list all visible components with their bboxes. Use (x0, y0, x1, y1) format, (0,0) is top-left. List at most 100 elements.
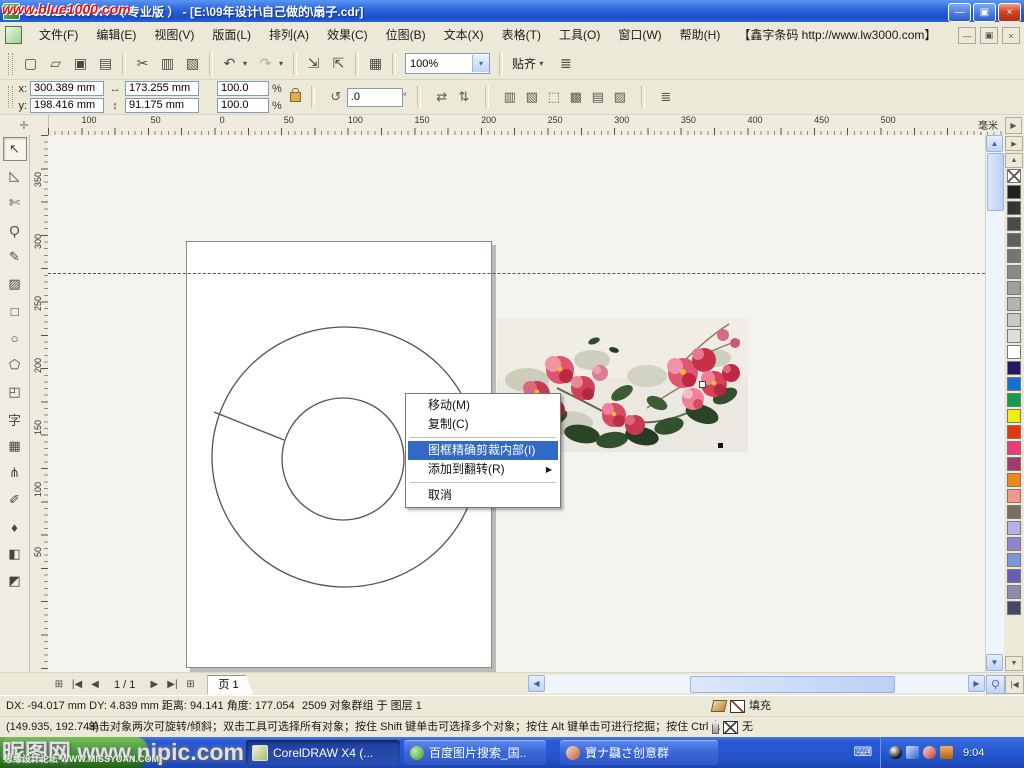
context-menu-item[interactable]: 取消 (408, 486, 558, 505)
palette-color-swatch[interactable] (1007, 537, 1021, 551)
vertical-scroll-thumb[interactable] (987, 153, 1004, 211)
object-node-handle[interactable] (699, 381, 706, 388)
palette-color-swatch[interactable] (1007, 233, 1021, 247)
undo-dropdown-icon[interactable]: ▾ (243, 59, 252, 68)
table-tool[interactable]: ▦ (3, 434, 27, 458)
security-tray-icon[interactable] (923, 746, 936, 759)
mirror-horizontal-icon[interactable]: ⇄ (431, 86, 453, 108)
menu-item[interactable]: 文件(F) (30, 23, 87, 48)
doc-close-button[interactable]: × (1002, 27, 1020, 44)
copy-icon[interactable]: ▥ (156, 52, 179, 75)
ruler-flyout-icon[interactable]: ▶ (1005, 117, 1022, 134)
new-icon[interactable]: ▢ (19, 52, 42, 75)
restore-button[interactable]: ▣ (973, 3, 996, 22)
rectangle-tool[interactable]: □ (3, 299, 27, 323)
redo-dropdown-icon[interactable]: ▾ (279, 59, 288, 68)
eyedropper-tool[interactable]: ✐ (3, 488, 27, 512)
first-page-icon[interactable]: |◀ (68, 676, 86, 694)
propbar-button[interactable]: ▩ (565, 86, 587, 108)
vertical-scrollbar[interactable]: ▲ ▼ (985, 135, 1004, 672)
palette-scroll-up-icon[interactable]: ▲ (1005, 153, 1023, 168)
palette-color-swatch[interactable] (1007, 249, 1021, 263)
menu-item[interactable]: 帮助(H) (671, 23, 730, 48)
palette-color-swatch[interactable] (1007, 265, 1021, 279)
propbar-button[interactable]: ▤ (587, 86, 609, 108)
propbar-button[interactable]: ▨ (609, 86, 631, 108)
palette-color-swatch[interactable] (1007, 569, 1021, 583)
doc-restore-button[interactable]: ▣ (980, 27, 998, 44)
palette-color-swatch[interactable] (1007, 553, 1021, 567)
scroll-right-icon[interactable]: ▶ (968, 675, 985, 692)
palette-color-swatch[interactable] (1007, 281, 1021, 295)
palette-scroll-down-icon[interactable]: ▼ (1005, 656, 1023, 671)
palette-color-swatch[interactable] (1007, 409, 1021, 423)
outline-pen-tool[interactable]: ♦ (3, 515, 27, 539)
propbar-button[interactable]: ▥ (499, 86, 521, 108)
menu-item[interactable]: 排列(A) (260, 23, 318, 48)
interactive-fill-tool[interactable]: ◩ (3, 569, 27, 593)
taskbar-button[interactable]: 百度图片搜索_国.. (404, 740, 546, 765)
cut-icon[interactable]: ✂ (131, 52, 154, 75)
zoom-tool[interactable]: Ϙ (3, 218, 27, 242)
taskbar-button[interactable]: 寳ナ飝さ创意群 (560, 740, 718, 765)
scroll-up-icon[interactable]: ▲ (986, 135, 1003, 152)
menu-item[interactable]: 位图(B) (377, 23, 435, 48)
scroll-left-icon[interactable]: ◀ (528, 675, 545, 692)
menu-item[interactable]: 效果(C) (318, 23, 377, 48)
propbar-button[interactable]: ▧ (521, 86, 543, 108)
save-icon[interactable]: ▣ (69, 52, 92, 75)
text-tool[interactable]: 字 (3, 407, 27, 431)
palette-color-swatch[interactable] (1007, 329, 1021, 343)
menu-item[interactable]: 【鑫字条码 http://www.lw3000.com】 (729, 23, 945, 48)
next-page-icon[interactable]: ▶ (145, 676, 163, 694)
mirror-vertical-icon[interactable]: ⇅ (453, 86, 475, 108)
x-position-field[interactable]: 300.389 mm (30, 81, 104, 96)
snap-to-button[interactable]: 贴齐 ▾ (508, 55, 552, 72)
object-width-field[interactable]: 173.255 mm (125, 81, 199, 96)
taskbar-button[interactable]: CorelDRAW X4 (... (246, 740, 400, 765)
palette-color-swatch[interactable] (1007, 457, 1021, 471)
selection-handle[interactable] (718, 443, 723, 448)
paste-icon[interactable]: ▧ (181, 52, 204, 75)
basic-shapes-tool[interactable]: ◰ (3, 380, 27, 404)
doc-minimize-button[interactable]: — (958, 27, 976, 44)
palette-color-swatch[interactable] (1007, 425, 1021, 439)
polygon-tool[interactable]: ⬠ (3, 353, 27, 377)
import-icon[interactable]: ⇲ (302, 52, 325, 75)
rotation-angle-field[interactable]: .0 (347, 88, 403, 107)
propbar-button[interactable]: ⬚ (543, 86, 565, 108)
menu-item[interactable]: 工具(O) (550, 23, 609, 48)
interactive-blend-tool[interactable]: ⋔ (3, 461, 27, 485)
horizontal-scroll-thumb[interactable] (690, 676, 895, 693)
palette-color-swatch[interactable] (1007, 521, 1021, 535)
freehand-tool[interactable]: ✎ (3, 245, 27, 269)
qq-tray-icon[interactable] (889, 746, 902, 759)
add-page-icon[interactable]: ⊞ (181, 676, 199, 694)
chevron-down-icon[interactable]: ▾ (472, 55, 489, 72)
context-menu-item[interactable]: 移动(M) (408, 396, 558, 415)
context-menu-item[interactable]: 图框精确剪裁内部(I) (408, 441, 558, 460)
drawing-canvas[interactable]: 移动(M)复制(C)图框精确剪裁内部(I)添加到翻转(R)▶取消 (48, 135, 985, 672)
palette-color-swatch[interactable] (1007, 345, 1021, 359)
network-tray-icon[interactable] (906, 746, 919, 759)
prev-page-icon[interactable]: ◀ (86, 676, 104, 694)
horizontal-scrollbar[interactable]: ◀ ▶ (528, 675, 985, 693)
app-launcher-icon[interactable]: ▦ (364, 52, 387, 75)
open-icon[interactable]: ▱ (44, 52, 67, 75)
page-tab[interactable]: 页 1 (207, 675, 253, 695)
palette-no-color-swatch[interactable] (1007, 169, 1021, 183)
shape-tool[interactable]: ◺ (3, 164, 27, 188)
palette-dock-icon[interactable]: |◀ (1005, 675, 1024, 694)
y-position-field[interactable]: 198.416 mm (30, 98, 104, 113)
object-height-field[interactable]: 91.175 mm (125, 98, 199, 113)
lock-ratio-icon[interactable] (290, 92, 301, 102)
toolbar-grip[interactable] (8, 53, 13, 75)
horizontal-ruler[interactable]: 10050050100150200250300350400450500 (48, 115, 1005, 135)
options-icon[interactable]: ≣ (554, 52, 577, 75)
palette-color-swatch[interactable] (1007, 185, 1021, 199)
export-icon[interactable]: ⇱ (327, 52, 350, 75)
last-page-icon[interactable]: ▶| (163, 676, 181, 694)
palette-color-swatch[interactable] (1007, 489, 1021, 503)
scale-y-field[interactable]: 100.0 (217, 98, 269, 113)
zoom-level-combo[interactable]: 100% ▾ (405, 53, 490, 74)
